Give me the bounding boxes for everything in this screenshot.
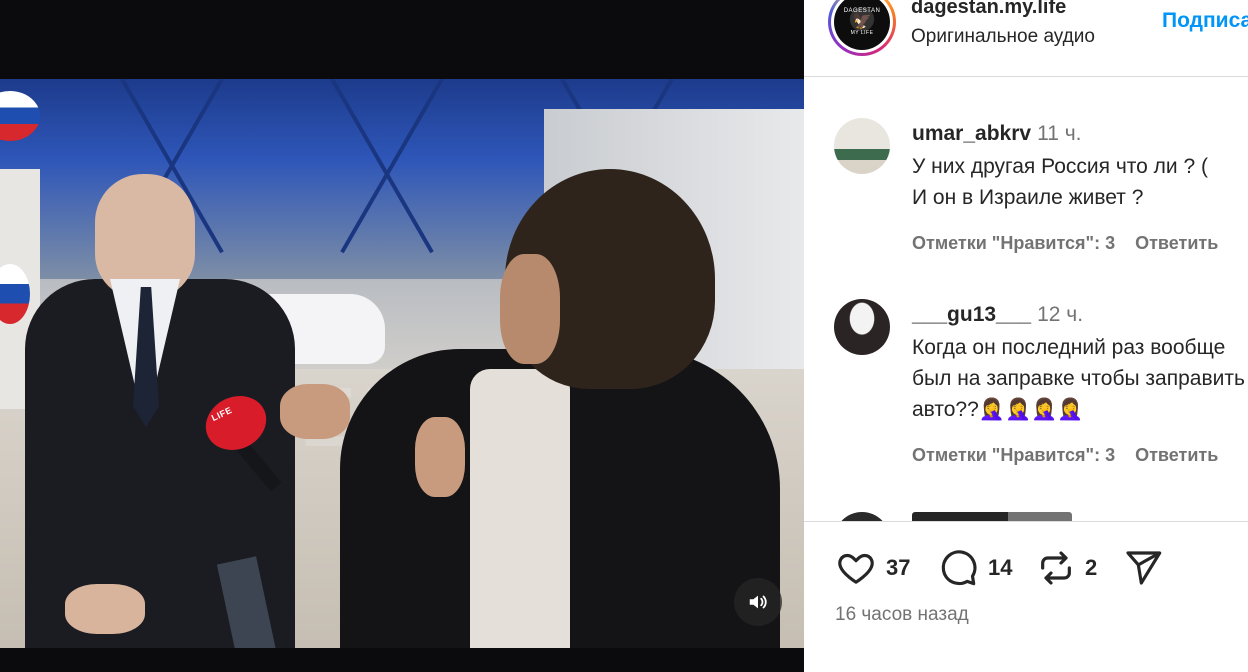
speaker-icon bbox=[749, 595, 767, 609]
person-right-shirt bbox=[470, 369, 570, 648]
commenter-avatar[interactable] bbox=[834, 299, 890, 355]
person-right-face bbox=[500, 254, 560, 364]
author-username[interactable]: dagestan.my.life bbox=[911, 0, 1066, 19]
repost-icon bbox=[1041, 551, 1071, 585]
comment-count: 14 bbox=[988, 555, 1013, 580]
comment-text: У них другая Россия что ли ? ( И он в Из… bbox=[912, 155, 1208, 209]
post-actions: 37 14 2 16 часов назад bbox=[804, 521, 1248, 672]
comment-header-cutoff bbox=[912, 512, 1072, 521]
person-right-hand bbox=[415, 417, 465, 497]
follow-button[interactable]: Подписаться bbox=[1162, 9, 1248, 33]
commenter-username[interactable]: umar_abkrv bbox=[912, 122, 1031, 145]
heart-icon bbox=[838, 553, 874, 584]
commenter-username[interactable]: ___gu13___ bbox=[912, 303, 1031, 326]
reply-button[interactable]: Ответить bbox=[1135, 233, 1218, 253]
comment-time: 12 ч. bbox=[1037, 303, 1084, 326]
like-button[interactable]: 37 bbox=[835, 548, 910, 588]
comment-meta: Отметки "Нравится": 3 Ответить bbox=[912, 445, 1218, 466]
comment-likes[interactable]: Отметки "Нравится": 3 bbox=[912, 233, 1115, 253]
like-count: 37 bbox=[886, 555, 911, 580]
video-frame[interactable]: EB LIV LIFE bbox=[0, 79, 804, 648]
comment-header: ___gu13___ 12 ч. bbox=[912, 303, 1083, 327]
comments-list[interactable]: umar_abkrv 11 ч. У них другая Россия что … bbox=[804, 78, 1248, 521]
comment-meta: Отметки "Нравится": 3 Ответить bbox=[912, 233, 1218, 254]
avatar-inner: DAGESTAN 🦅 MY LIFE bbox=[831, 0, 893, 53]
post-header: DAGESTAN 🦅 MY LIFE dagestan.my.life Ориг… bbox=[804, 0, 1248, 77]
repost-count: 2 bbox=[1085, 555, 1098, 580]
avatar-text-bottom: MY LIFE bbox=[850, 30, 874, 36]
comment-likes[interactable]: Отметки "Нравится": 3 bbox=[912, 445, 1115, 465]
avatar-image: DAGESTAN 🦅 MY LIFE bbox=[834, 0, 890, 50]
eagle-icon: 🦅 bbox=[852, 13, 872, 30]
post-side-panel: DAGESTAN 🦅 MY LIFE dagestan.my.life Ориг… bbox=[804, 0, 1248, 672]
posted-time[interactable]: 16 часов назад bbox=[835, 604, 969, 626]
sound-toggle-button[interactable] bbox=[734, 578, 782, 626]
comment-time: 11 ч. bbox=[1037, 122, 1082, 145]
comment-header: umar_abkrv 11 ч. bbox=[912, 122, 1082, 146]
repost-button[interactable]: 2 bbox=[1036, 548, 1097, 588]
comment-button[interactable]: 14 bbox=[937, 548, 1012, 588]
person-right-hand bbox=[280, 384, 350, 439]
share-icon bbox=[1126, 551, 1162, 585]
author-avatar[interactable]: DAGESTAN 🦅 MY LIFE bbox=[828, 0, 896, 56]
person-right bbox=[280, 169, 780, 648]
commenter-avatar[interactable] bbox=[834, 118, 890, 174]
comment-text: Когда он последний раз вообще был на зап… bbox=[912, 336, 1245, 421]
audio-link[interactable]: Оригинальное аудио bbox=[911, 26, 1095, 48]
person-left-hand bbox=[65, 584, 145, 634]
video-panel: EB LIV LIFE bbox=[0, 0, 804, 672]
share-button[interactable] bbox=[1122, 548, 1164, 588]
reply-button[interactable]: Ответить bbox=[1135, 445, 1218, 465]
commenter-avatar[interactable] bbox=[834, 512, 890, 521]
comment-icon bbox=[941, 550, 977, 586]
